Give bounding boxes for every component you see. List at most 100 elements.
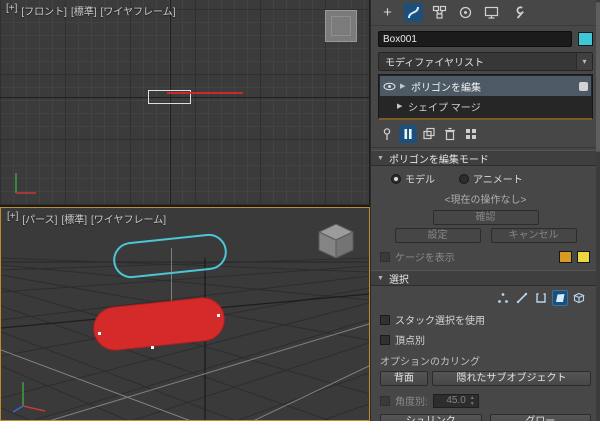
- panel-scrollbar[interactable]: [596, 0, 600, 421]
- viewport-menu-shading[interactable]: [ワイヤフレーム]: [91, 211, 166, 226]
- command-panel: + モディファイヤリスト ▾: [370, 0, 600, 421]
- viewport-menu-standard[interactable]: [標準]: [71, 3, 97, 18]
- tab-modify[interactable]: [404, 3, 423, 22]
- axis-tripod-icon: [12, 382, 46, 413]
- rollout-open-icon: ▼: [377, 154, 384, 162]
- utilities-icon: [516, 6, 524, 19]
- show-cage-checkbox[interactable]: [380, 251, 390, 262]
- border-mode-button[interactable]: [533, 290, 549, 306]
- by-angle-label: 角度別:: [395, 397, 428, 408]
- show-cage-row: ケージを表示: [371, 246, 600, 268]
- rollout-title: 選択: [388, 274, 409, 286]
- object-name-input[interactable]: [378, 31, 572, 47]
- vertex-mode-button[interactable]: [495, 290, 511, 306]
- border-icon: [536, 293, 546, 303]
- rollout-edit-poly-mode[interactable]: ▼ ポリゴンを編集モード: [371, 150, 600, 166]
- modifier-stack: ▶ ポリゴンを編集 ▶ シェイプ マージ: [378, 74, 593, 120]
- radio-icon: [459, 173, 469, 184]
- make-unique-button[interactable]: [420, 125, 438, 143]
- by-vertex-label: 頂点別: [395, 336, 425, 347]
- pin-icon: [383, 127, 391, 140]
- expand-icon[interactable]: ▶: [397, 102, 404, 110]
- tab-display[interactable]: [482, 3, 501, 22]
- by-vertex-checkbox[interactable]: [380, 334, 390, 345]
- viewport-front-menu: [+] [フロント] [標準] [ワイヤフレーム]: [6, 3, 176, 18]
- use-stack-selection-checkbox[interactable]: [380, 314, 390, 325]
- modifier-stack-row-edit-poly[interactable]: ▶ ポリゴンを編集: [380, 76, 591, 96]
- viewport-persp-menu: [+] [パース] [標準] [ワイヤフレーム]: [7, 211, 166, 226]
- configure-sets-icon: [466, 128, 476, 139]
- angle-spinner[interactable]: 45.0 ▲ ▼: [432, 393, 479, 408]
- viewport-menu-general[interactable]: [+]: [7, 211, 18, 226]
- use-stack-selection-row[interactable]: スタック選択を使用: [371, 309, 600, 329]
- backface-button[interactable]: 背面: [380, 371, 428, 386]
- element-mode-button[interactable]: [571, 290, 587, 306]
- show-end-result-icon: [404, 128, 412, 139]
- tab-hierarchy[interactable]: [430, 3, 449, 22]
- viewcube[interactable]: [315, 220, 357, 262]
- rollout-selection[interactable]: ▼ 選択: [371, 270, 600, 286]
- cage-selected-color-swatch[interactable]: [577, 250, 590, 263]
- modifier-label: シェイプ マージ: [408, 102, 481, 114]
- eye-icon: [383, 82, 396, 90]
- radio-animate-label: アニメート: [473, 175, 523, 186]
- scrollbar-thumb[interactable]: [596, 2, 600, 152]
- cage-color-swatch[interactable]: [559, 250, 572, 263]
- object-name-row: [371, 26, 600, 50]
- radio-model-label: モデル: [405, 175, 435, 186]
- by-angle-checkbox[interactable]: [380, 395, 390, 406]
- command-panel-tabs: +: [371, 0, 600, 26]
- tab-motion[interactable]: [456, 3, 475, 22]
- viewport-menu-shading[interactable]: [ワイヤフレーム]: [101, 3, 176, 18]
- viewcube[interactable]: [325, 10, 357, 42]
- mode-radio-group: モデル アニメート: [371, 166, 600, 188]
- remove-modifier-button[interactable]: [441, 125, 459, 143]
- viewport-menu-view[interactable]: [フロント]: [21, 3, 67, 18]
- configure-modifier-sets-button[interactable]: [462, 125, 480, 143]
- polygon-mode-button[interactable]: [552, 290, 568, 306]
- modify-icon: [408, 6, 419, 19]
- hidden-subobjects-button[interactable]: 隠れたサブオブジェクト: [432, 371, 591, 386]
- viewport-perspective[interactable]: [+] [パース] [標準] [ワイヤフレーム]: [0, 207, 370, 421]
- rollout-open-icon: ▼: [377, 274, 384, 282]
- vertex-tick: [98, 332, 101, 335]
- show-end-result-button[interactable]: [399, 124, 417, 143]
- settings-button[interactable]: 設定: [394, 228, 481, 243]
- rollout-title: ポリゴンを編集モード: [388, 154, 489, 166]
- pin-stack-button[interactable]: [378, 125, 396, 143]
- radio-animate[interactable]: アニメート: [459, 171, 523, 186]
- show-cage-label: ケージを表示: [395, 253, 455, 264]
- by-vertex-row[interactable]: 頂点別: [371, 329, 600, 349]
- modifier-stack-row-shape-merge[interactable]: ▶ シェイプ マージ: [380, 96, 591, 116]
- viewport-menu-view[interactable]: [パース]: [22, 211, 57, 226]
- modifier-list-dropdown[interactable]: モディファイヤリスト ▾: [378, 52, 593, 71]
- element-icon: [573, 292, 585, 304]
- tab-create[interactable]: +: [378, 3, 397, 22]
- by-angle-row: 角度別: 45.0 ▲ ▼: [371, 388, 600, 410]
- spin-down-icon[interactable]: ▼: [468, 401, 477, 407]
- commit-button[interactable]: 確認: [432, 210, 539, 225]
- edge-icon: [516, 292, 528, 304]
- settings-cancel-row: 設定 キャンセル: [371, 228, 600, 243]
- edge-mode-button[interactable]: [514, 290, 530, 306]
- radio-model[interactable]: モデル: [391, 171, 435, 186]
- viewport-menu-general[interactable]: [+]: [6, 3, 17, 18]
- expand-icon[interactable]: ▶: [400, 82, 407, 90]
- spinner-arrows[interactable]: ▲ ▼: [468, 395, 477, 407]
- cancel-button[interactable]: キャンセル: [490, 228, 577, 243]
- object-color-swatch[interactable]: [578, 32, 593, 46]
- hierarchy-icon: [432, 5, 447, 19]
- modifier-enabled-toggle-icon[interactable]: [579, 81, 588, 91]
- grow-button[interactable]: グロー: [489, 414, 591, 421]
- panel-separator: [371, 147, 600, 148]
- vertex-tick: [217, 314, 220, 317]
- radio-icon: [391, 173, 401, 184]
- create-icon: +: [383, 4, 392, 21]
- viewport-menu-standard[interactable]: [標準]: [61, 211, 87, 226]
- modifier-list-label: モディファイヤリスト: [385, 58, 484, 69]
- shrink-grow-row: シュリンク グロー: [371, 410, 600, 421]
- shape-spline-profile[interactable]: [167, 92, 243, 94]
- viewport-front[interactable]: [+] [フロント] [標準] [ワイヤフレーム]: [0, 0, 370, 205]
- tab-utilities[interactable]: [508, 3, 527, 22]
- shrink-button[interactable]: シュリンク: [380, 414, 482, 421]
